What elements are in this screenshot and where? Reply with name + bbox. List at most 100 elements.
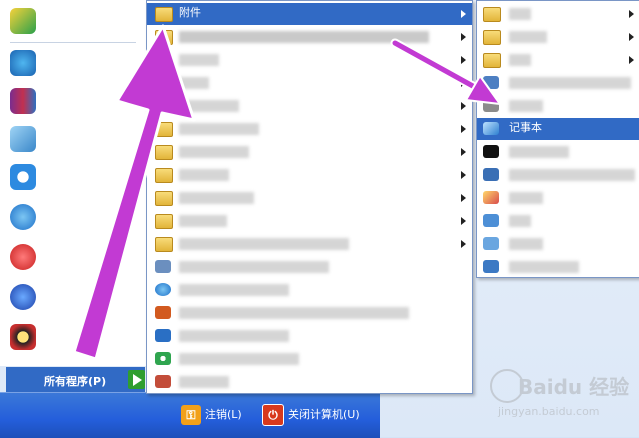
pinned-program-1[interactable]	[6, 4, 142, 38]
menu-item-label	[509, 215, 531, 227]
menu-item-label	[179, 31, 429, 43]
menu-item-label: 记事本	[509, 121, 542, 134]
menu-item[interactable]	[147, 302, 472, 324]
pinned-program-7[interactable]	[6, 240, 142, 274]
watermark-url: jingyan.baidu.com	[498, 405, 600, 418]
all-programs-label: 所有程序(P)	[44, 375, 107, 388]
menu-item-accessories[interactable]: 附件	[147, 3, 472, 25]
submenu-arrow-icon	[461, 194, 466, 202]
pinned-program-6[interactable]	[6, 200, 142, 234]
menu-item-label	[179, 353, 299, 365]
menu-item-label	[179, 376, 229, 388]
menu-item[interactable]	[147, 72, 472, 94]
menu-item-notepad[interactable]: 记事本	[477, 118, 639, 140]
menu-item[interactable]	[477, 141, 639, 163]
menu-item[interactable]	[147, 256, 472, 278]
app-icon	[10, 284, 36, 310]
app-icon	[483, 260, 499, 273]
app-icon	[483, 76, 499, 89]
menu-item[interactable]	[147, 187, 472, 209]
submenu-arrow-icon	[461, 125, 466, 133]
media-player-icon	[155, 352, 171, 365]
folder-icon	[483, 53, 501, 68]
pinned-program-label	[44, 210, 140, 222]
menu-item[interactable]	[147, 348, 472, 370]
pinned-program-4[interactable]	[6, 122, 142, 156]
folder-icon	[155, 237, 173, 252]
menu-item[interactable]	[477, 256, 639, 278]
menu-item[interactable]	[147, 26, 472, 48]
menu-item-label	[179, 77, 209, 89]
app-icon	[155, 260, 171, 273]
play-arrow-icon	[128, 370, 145, 389]
menu-item-label	[179, 330, 289, 342]
pinned-program-label	[44, 56, 140, 68]
menu-item-label	[179, 123, 259, 135]
submenu-arrow-icon	[461, 56, 466, 64]
powerpoint-icon	[155, 306, 171, 319]
app-icon	[10, 8, 36, 34]
power-icon: ⏻	[262, 404, 284, 426]
notepad-icon	[10, 126, 36, 152]
menu-item-label	[509, 238, 543, 250]
menu-item-label	[179, 54, 219, 66]
menu-item[interactable]	[147, 49, 472, 71]
menu-item[interactable]	[147, 118, 472, 140]
ie-icon	[155, 283, 171, 296]
baidu-watermark: Baidu 经验 jingyan.baidu.com	[470, 363, 635, 433]
start-menu-bottom-bar: ⚿ 注销(L) ⏻ 关闭计算机(U)	[0, 392, 380, 438]
submenu-arrow-icon	[461, 33, 466, 41]
folder-icon	[155, 191, 173, 206]
menu-item[interactable]	[147, 95, 472, 117]
folder-icon	[155, 122, 173, 137]
menu-item[interactable]	[147, 279, 472, 301]
submenu-arrow-icon	[461, 79, 466, 87]
menu-item[interactable]	[147, 371, 472, 393]
menu-item[interactable]	[477, 49, 639, 71]
menu-item[interactable]	[147, 325, 472, 347]
menu-item[interactable]	[147, 164, 472, 186]
submenu-arrow-icon	[629, 33, 634, 41]
all-programs-button[interactable]: 所有程序(P)	[6, 367, 145, 392]
submenu-arrow-icon	[461, 102, 466, 110]
menu-item[interactable]	[477, 210, 639, 232]
menu-item[interactable]	[147, 210, 472, 232]
folder-icon	[155, 168, 173, 183]
menu-item[interactable]	[477, 164, 639, 186]
programs-submenu: 附件	[146, 0, 473, 394]
cmd-icon	[483, 145, 499, 158]
pinned-program-9[interactable]	[6, 320, 142, 354]
menu-item[interactable]	[477, 26, 639, 48]
pinned-program-3[interactable]	[6, 84, 142, 118]
folder-icon	[155, 214, 173, 229]
folder-icon	[155, 30, 173, 45]
pinned-program-8[interactable]	[6, 280, 142, 314]
folder-icon	[483, 30, 501, 45]
watermark-brand: Baidu 经验	[518, 375, 630, 399]
logoff-label: 注销(L)	[205, 408, 242, 421]
ie-icon	[10, 204, 36, 230]
submenu-arrow-icon	[461, 217, 466, 225]
menu-item[interactable]	[477, 72, 639, 94]
menu-item-label	[509, 31, 547, 43]
menu-item-label	[509, 54, 531, 66]
folder-icon	[155, 145, 173, 160]
logoff-button[interactable]: ⚿ 注销(L)	[181, 403, 242, 427]
menu-item[interactable]	[477, 233, 639, 255]
pinned-program-label	[44, 132, 140, 144]
key-icon: ⚿	[181, 405, 201, 425]
folder-icon	[483, 7, 501, 22]
submenu-arrow-icon	[461, 240, 466, 248]
menu-item[interactable]	[477, 3, 639, 25]
folder-icon	[155, 53, 173, 68]
menu-item[interactable]	[147, 233, 472, 255]
menu-item[interactable]	[477, 95, 639, 117]
menu-item[interactable]	[477, 187, 639, 209]
start-menu-left-pane	[0, 0, 147, 366]
menu-item[interactable]	[147, 141, 472, 163]
menu-item-label	[179, 284, 289, 296]
shutdown-button[interactable]: ⏻ 关闭计算机(U)	[262, 403, 360, 427]
menu-item-label	[509, 100, 543, 112]
pinned-program-5[interactable]	[6, 160, 142, 194]
pinned-program-2[interactable]	[6, 46, 142, 80]
